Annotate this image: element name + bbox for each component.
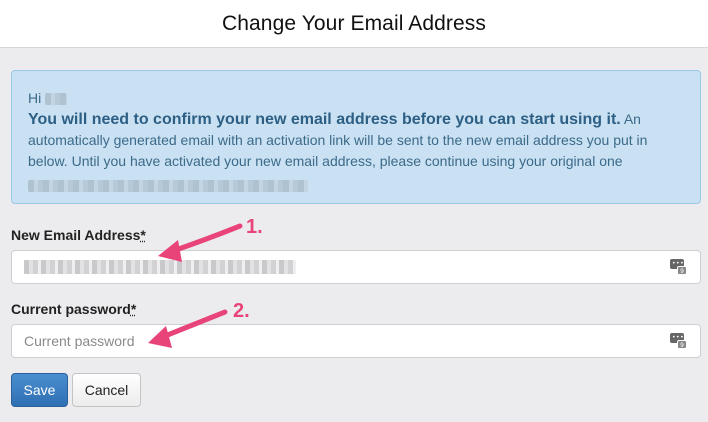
redacted-email-value bbox=[24, 260, 296, 274]
annotation-step-2: 2. bbox=[233, 300, 250, 322]
annotation-step-1: 1. bbox=[246, 216, 263, 238]
page-title: Change Your Email Address bbox=[221, 11, 486, 35]
page-header: Change Your Email Address bbox=[0, 0, 708, 48]
redacted-original-email bbox=[28, 175, 684, 196]
new-email-label: New Email Address* bbox=[11, 227, 146, 243]
password-manager-icon[interactable]: ••• 9 bbox=[670, 333, 688, 349]
notice-strong-text: You will need to confirm your new email … bbox=[28, 111, 621, 128]
current-password-field[interactable]: ••• 9 bbox=[11, 324, 701, 358]
new-email-field[interactable]: ••• 9 bbox=[11, 250, 701, 284]
current-password-input[interactable] bbox=[24, 333, 670, 349]
redacted-name bbox=[45, 92, 68, 105]
annotation-overlay: 1. 2. bbox=[148, 216, 263, 348]
notice-message: You will need to confirm your new email … bbox=[28, 109, 684, 172]
greeting-text: Hi bbox=[28, 90, 42, 106]
cancel-button[interactable]: Cancel bbox=[72, 373, 141, 407]
password-manager-icon[interactable]: ••• 9 bbox=[670, 259, 688, 275]
notice-greeting: Hi bbox=[28, 88, 684, 109]
current-password-label: Current password* bbox=[11, 301, 137, 317]
save-button[interactable]: Save bbox=[11, 373, 68, 407]
info-notice: Hi You will need to confirm your new ema… bbox=[11, 70, 701, 204]
